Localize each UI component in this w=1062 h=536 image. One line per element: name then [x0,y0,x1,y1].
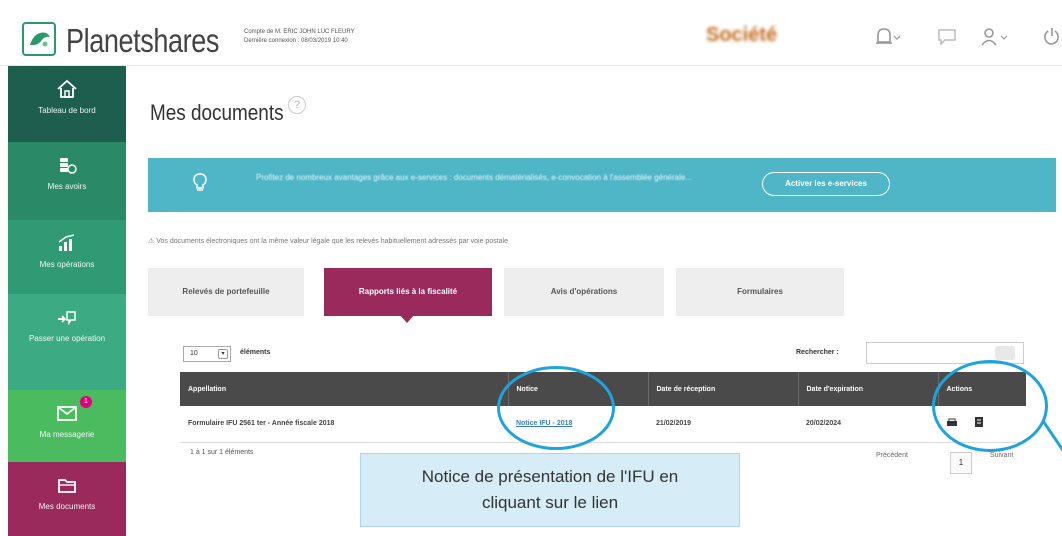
company-logo: Société [706,24,778,46]
sidebar-nav: Tableau de bord Mes avoirs Mes opération… [8,66,126,536]
tab-forms[interactable]: Formulaires [676,268,844,316]
mail-icon [57,406,77,421]
cell-appellation: Formulaire IFU 2561 ter - Année fiscale … [180,406,508,443]
message-count-badge: 1 [80,396,92,408]
chart-icon [58,234,75,251]
page-length-label: éléments [240,349,271,356]
sidebar-item-documents[interactable]: Mes documents [8,462,126,536]
account-name: Compte de M. ERIC JOHN LUC FLEURY [244,29,355,35]
activate-e-services-button[interactable]: Activer les e-services [762,172,890,196]
sidebar-item-label: Mes documents [38,502,96,511]
column-header-reception-date[interactable]: Date de réception [648,372,799,406]
brand-name: Planetshares [66,22,220,59]
search-label: Rechercher : [796,349,839,356]
sidebar-item-operations[interactable]: Mes opérations [8,220,126,294]
column-header-expiration-date[interactable]: Date d'expiration [798,372,939,406]
cell-reception-date: 21/02/2019 [648,406,798,443]
sidebar-item-label: Mes avoirs [47,182,87,191]
folder-icon [58,479,76,493]
planetshares-logo[interactable] [22,22,56,56]
page-title: Mes documents [150,100,284,125]
highlight-ellipse-notice [497,366,615,450]
sidebar-item-label: Passer une opération [28,334,106,343]
banner-text: Profitez de nombreux avantages grâce aux… [256,173,692,182]
legal-notice-text: Vos documents électroniques ont la même … [156,238,508,245]
callout-line-2: cliquant sur le lien [481,493,619,512]
power-icon[interactable] [1042,26,1062,54]
cell-expiration-date: 20/02/2024 [798,406,938,443]
tab-portfolio-statements[interactable]: Relevés de portefeuille [148,268,304,316]
sidebar-item-new-operation[interactable]: Passer une opération [8,294,126,390]
document-tabs: Relevés de portefeuille Rapports liés à … [148,268,848,316]
active-tab-indicator [399,314,415,323]
sidebar-item-assets[interactable]: Mes avoirs [8,142,126,220]
bell-icon[interactable] [874,26,901,54]
callout-line-1: Notice de présentation de l'IFU en [421,467,679,486]
next-page-button[interactable]: Suivant [990,452,1013,459]
tab-tax-reports[interactable]: Rapports liés à la fiscalité [324,268,492,316]
transfer-icon [58,311,76,326]
chat-icon[interactable] [936,26,958,54]
warning-icon: ⚠ [148,238,155,245]
coins-icon [60,158,77,174]
sidebar-item-label: Mes opérations [39,260,95,269]
highlight-ellipse-actions [932,360,1048,452]
legal-notice: ⚠ Vos documents électroniques ont la mêm… [148,237,508,245]
e-services-banner: Profitez de nombreux avantages grâce aux… [148,158,1056,212]
search-clear-button[interactable] [995,346,1015,360]
sidebar-item-dashboard[interactable]: Tableau de bord [8,66,126,142]
top-header: Planetshares Compte de M. ERIC JOHN LUC … [0,0,1062,66]
account-info: Compte de M. ERIC JOHN LUC FLEURY Derniè… [244,28,355,46]
column-header-appellation[interactable]: Appellation [180,372,509,406]
chevron-down-icon: ▾ [218,349,228,359]
last-login: Dernière connexion : 08/03/2019 10:40 [244,38,348,44]
home-icon [57,79,77,98]
page-length-select[interactable]: 10 ▾ [183,346,231,362]
annotation-pointer-line [1042,420,1062,469]
table-info: 1 à 1 sur 1 éléments [190,449,254,456]
annotation-callout: Notice de présentation de l'IFU en cliqu… [360,453,740,527]
current-page-button[interactable]: 1 [950,452,972,474]
help-icon[interactable]: ? [288,96,306,114]
sidebar-item-label: Tableau de bord [38,106,96,115]
sidebar-item-messages[interactable]: 1 Ma messagerie [8,390,126,462]
lightbulb-icon [192,172,208,199]
sidebar-item-label: Ma messagerie [39,430,95,439]
tab-operation-notices[interactable]: Avis d'opérations [504,268,664,316]
user-icon[interactable] [980,26,1008,54]
page-length-value: 10 [190,350,198,357]
previous-page-button[interactable]: Précédent [876,452,908,459]
